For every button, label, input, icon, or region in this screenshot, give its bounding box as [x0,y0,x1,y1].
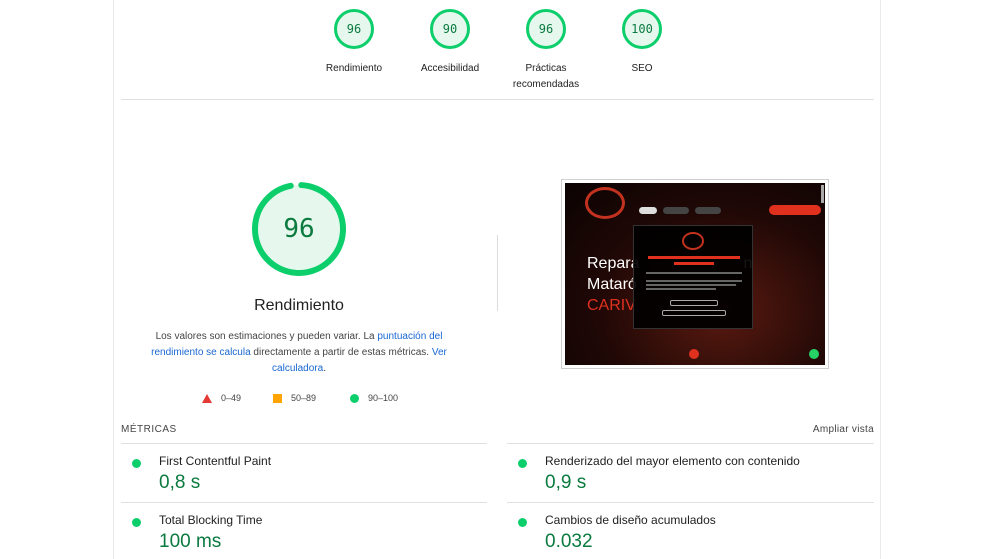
legend-label: 50–89 [291,393,317,403]
heading-line: Repara [587,255,640,272]
modal-title-line [648,256,740,259]
gauge-score: 100 [622,9,662,49]
metric-value: 100 ms [159,531,222,552]
divider [121,99,874,100]
modal-button [670,300,718,306]
pass-indicator-icon [132,459,141,468]
modal-text-line [646,284,736,286]
modal-button [662,310,726,316]
gauge-score: 96 [334,9,374,49]
nav-pill [663,207,689,214]
gauge-performance[interactable]: 96 Rendimiento [304,9,404,77]
chevron-down-icon [689,349,699,359]
legend-label: 90–100 [368,393,399,403]
modal-text-line [646,272,742,274]
gauge-accessibility[interactable]: 90 Accesibilidad [400,9,500,77]
metric-value: 0,8 s [159,472,201,493]
modal-text-line [646,280,742,282]
site-logo-icon [585,187,625,219]
legend-fail: 0–49 [202,393,241,403]
metric-label: Renderizado del mayor elemento con conte… [545,454,800,468]
gauge-score: 96 [526,9,566,49]
nav-pill [639,207,657,214]
divider [121,502,487,503]
divider [507,502,874,503]
screenshot-image: Reparan Mataró CARIV [565,183,825,365]
circle-icon [350,393,359,403]
performance-score: 96 [283,214,315,244]
metrics-title: MÉTRICAS [121,424,177,435]
performance-title: Rendimiento [254,297,344,314]
final-screenshot[interactable]: Reparan Mataró CARIV [561,179,829,369]
performance-gauge: 96 [251,181,347,277]
desc-text: Los valores son estimaciones y pueden va… [155,331,378,342]
square-icon [273,393,282,403]
modal-logo-icon [682,232,704,250]
site-nav [639,207,721,214]
metric-label: First Contentful Paint [159,454,272,468]
cookie-modal [633,225,753,329]
gauge-label: Accesibilidad [420,63,480,74]
category-gauges: 96 Rendimiento 90 Accesibilidad 96 Práct… [114,9,880,99]
metric-value: 0,9 s [545,472,587,493]
pass-indicator-icon [518,459,527,468]
modal-title-line [674,262,714,265]
desc-text: directamente a partir de estas métricas. [250,347,432,358]
metric-label: Total Blocking Time [159,513,263,527]
legend-label: 0–49 [221,393,242,403]
gauge-label: Prácticas recomendadas [512,63,580,90]
legend-average: 50–89 [273,393,316,403]
divider [121,443,487,444]
divider [507,443,874,444]
report-panel: 96 Rendimiento 90 Accesibilidad 96 Práct… [113,0,881,559]
nav-pill [695,207,721,214]
vertical-divider [497,235,498,311]
desc-text: . [323,363,326,374]
expand-view-toggle[interactable]: Ampliar vista [813,424,874,435]
legend-pass: 90–100 [350,393,398,403]
gauge-score: 90 [430,9,470,49]
metric-value: 0.032 [545,531,593,552]
metrics-header: MÉTRICAS Ampliar vista [121,424,874,435]
triangle-icon [202,393,212,403]
gauge-label: Rendimiento [325,63,383,74]
site-cta-button [769,205,821,215]
gauge-seo[interactable]: 100 SEO [592,9,692,77]
whatsapp-icon [809,349,819,359]
modal-text-line [646,288,716,290]
gauge-best-practices[interactable]: 96 Prácticas recomendadas [496,9,596,93]
gauge-label: SEO [631,63,653,74]
scrollbar [821,185,824,203]
score-legend: 0–49 50–89 90–100 [114,393,494,407]
metric-label: Cambios de diseño acumulados [545,513,716,527]
performance-description: Los valores son estimaciones y pueden va… [151,329,447,377]
pass-indicator-icon [132,518,141,527]
pass-indicator-icon [518,518,527,527]
